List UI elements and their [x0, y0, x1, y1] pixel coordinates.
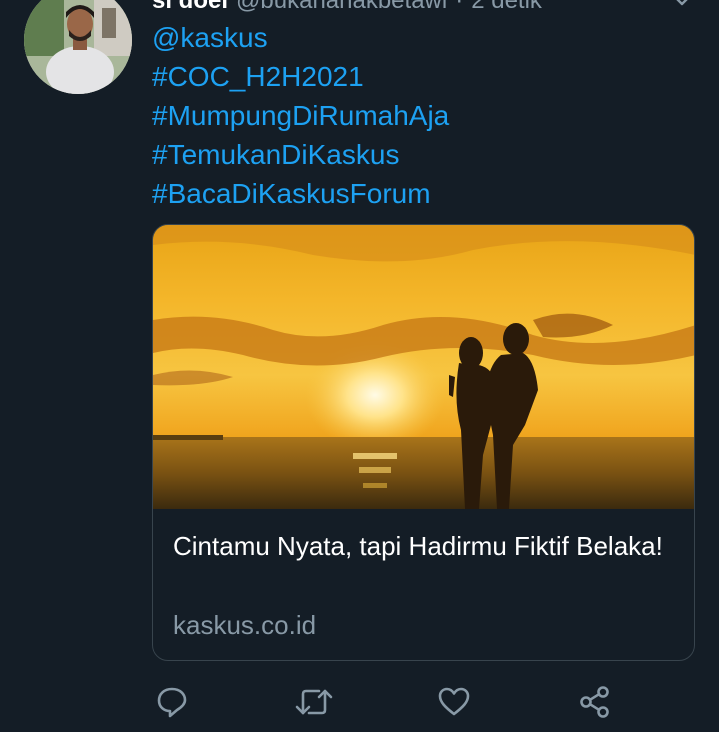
heart-icon — [437, 685, 471, 719]
reply-icon — [155, 685, 189, 719]
share-icon — [578, 685, 612, 719]
hashtag-link[interactable]: #MumpungDiRumahAja — [152, 96, 449, 135]
tweet-header: si doel @bukananakbetawi · 2 detik — [152, 0, 542, 16]
retweet-button[interactable] — [294, 682, 334, 722]
hashtag-link[interactable]: #COC_H2H2021 — [152, 57, 449, 96]
display-name[interactable]: si doel — [152, 0, 228, 15]
avatar[interactable] — [24, 0, 132, 94]
card-domain: kaskus.co.id — [173, 610, 317, 640]
hashtag-link[interactable]: #TemukanDiKaskus — [152, 135, 449, 174]
timestamp[interactable]: 2 detik — [471, 0, 542, 15]
share-button[interactable] — [575, 682, 615, 722]
reply-button[interactable] — [152, 682, 192, 722]
link-card[interactable]: Cintamu Nyata, tapi Hadirmu Fiktif Belak… — [152, 224, 695, 661]
tweet-text: @kaskus #COC_H2H2021 #MumpungDiRumahAja … — [152, 18, 449, 213]
tweet[interactable]: si doel @bukananakbetawi · 2 detik @kask… — [0, 0, 719, 732]
card-image[interactable] — [153, 225, 694, 509]
mention-link[interactable]: @kaskus — [152, 18, 449, 57]
hashtag-link[interactable]: #BacaDiKaskusForum — [152, 174, 449, 213]
card-title[interactable]: Cintamu Nyata, tapi Hadirmu Fiktif Belak… — [173, 528, 673, 565]
user-handle[interactable]: @bukananakbetawi — [236, 0, 447, 15]
like-button[interactable] — [434, 682, 474, 722]
separator-dot: · — [455, 0, 464, 14]
tweet-actions — [0, 682, 719, 722]
retweet-icon — [295, 685, 333, 719]
chevron-down-icon[interactable] — [672, 0, 692, 8]
